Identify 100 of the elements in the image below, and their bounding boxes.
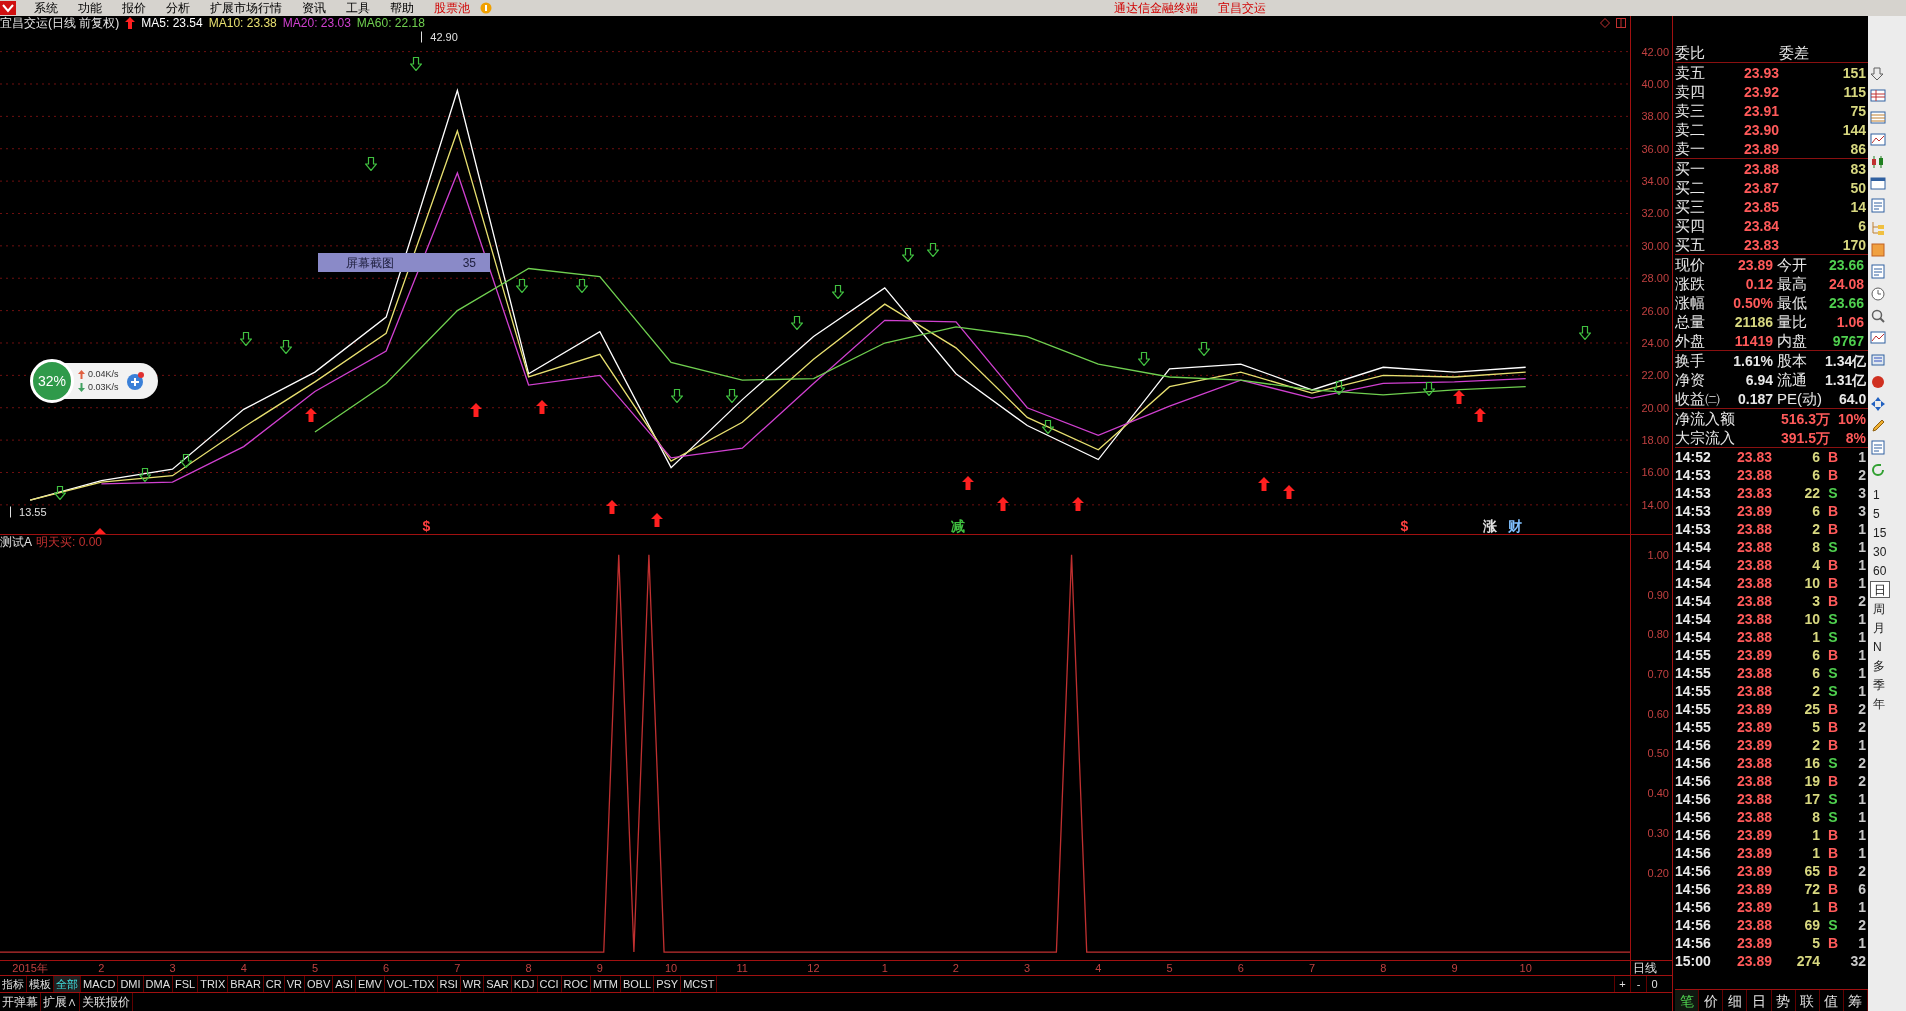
plus-icon[interactable] <box>124 371 145 391</box>
order-volume: 170 <box>1841 237 1867 252</box>
trade-side: S <box>1828 666 1838 680</box>
down-arrow-icon <box>78 383 85 392</box>
period-button[interactable]: 60 <box>1870 562 1890 579</box>
detail-tab[interactable]: 笔 <box>1675 990 1700 1011</box>
indicator-tab[interactable]: MTM <box>591 976 622 992</box>
indicator-tab[interactable]: SAR <box>484 976 512 992</box>
period-button[interactable]: 日 <box>1870 581 1890 598</box>
circle-icon[interactable] <box>1870 374 1886 390</box>
period-button[interactable]: 30 <box>1870 543 1890 560</box>
trade-side: B <box>1827 864 1839 878</box>
menu-item[interactable]: 资讯 <box>292 2 336 14</box>
book-icon[interactable] <box>1870 242 1886 258</box>
period-button[interactable]: 季 <box>1870 676 1890 693</box>
order-label: 买二 <box>1675 180 1706 195</box>
menu-item[interactable]: 扩展市场行情 <box>200 2 292 14</box>
move-icon[interactable] <box>1870 396 1886 412</box>
period-button[interactable]: N <box>1870 638 1890 655</box>
bottom-bar-button[interactable]: 开弹幕 <box>0 993 41 1011</box>
pencil-icon[interactable] <box>1870 418 1886 434</box>
menu-item[interactable]: 股票池 <box>424 2 480 14</box>
detail-tab[interactable]: 值 <box>1819 990 1844 1011</box>
indicator-tab[interactable]: MCST <box>681 976 718 992</box>
axis-label: 24.00 <box>1641 337 1669 349</box>
period-button[interactable]: 5 <box>1870 505 1890 522</box>
table-icon[interactable] <box>1870 88 1886 104</box>
zoom-button[interactable]: - <box>1630 976 1646 992</box>
document-icon[interactable] <box>1870 198 1886 214</box>
period-button[interactable]: 1 <box>1870 486 1890 503</box>
indicator-tab[interactable]: PSY <box>654 976 682 992</box>
detail-tab[interactable]: 日 <box>1747 990 1772 1011</box>
trade-time: 14:56 <box>1675 882 1712 896</box>
indicator-tab[interactable]: CR <box>263 976 285 992</box>
menu-item[interactable]: 报价 <box>112 2 156 14</box>
indicator-tab[interactable]: CCI <box>537 976 562 992</box>
indicator-tab[interactable]: DMI <box>118 976 144 992</box>
period-button[interactable]: 多 <box>1870 657 1890 674</box>
detail-tab[interactable]: 价 <box>1699 990 1724 1011</box>
legend-value: : 23.54 <box>166 17 203 29</box>
zoom-button[interactable]: 0 <box>1646 976 1662 992</box>
indicator-tab[interactable]: KDJ <box>511 976 538 992</box>
indicator-tab[interactable]: BRAR <box>228 976 264 992</box>
indicator-tab[interactable]: BOLL <box>621 976 655 992</box>
indicator-tab[interactable]: EMV <box>355 976 385 992</box>
menu-item[interactable]: 功能 <box>68 2 112 14</box>
refresh-icon[interactable] <box>1870 462 1886 478</box>
period-button[interactable]: 15 <box>1870 524 1890 541</box>
axis-label: 30.00 <box>1641 240 1669 252</box>
detail-tab[interactable]: 势 <box>1771 990 1796 1011</box>
detail-tab[interactable]: 细 <box>1723 990 1748 1011</box>
indicator-tab[interactable]: 全部 <box>54 976 81 992</box>
indicator-tab[interactable]: ROC <box>561 976 591 992</box>
stat-label: 涨跌 <box>1675 274 1706 293</box>
window-icon[interactable] <box>1616 18 1626 28</box>
line-chart-icon[interactable] <box>1870 132 1886 148</box>
period-button[interactable]: 月 <box>1870 619 1890 636</box>
trade-price: 23.88 <box>1737 594 1774 608</box>
document-icon[interactable] <box>1870 264 1886 280</box>
indicator-tab[interactable]: ASI <box>333 976 356 992</box>
candlestick-icon[interactable] <box>1870 154 1886 170</box>
order-price: 23.87 <box>1742 180 1779 195</box>
axis-label: 42.00 <box>1641 46 1669 58</box>
indicator-tab[interactable]: WR <box>460 976 485 992</box>
axis-label: 36.00 <box>1641 143 1669 155</box>
trade-time: 14:56 <box>1675 828 1712 842</box>
menu-item[interactable]: 系统 <box>24 2 68 14</box>
menu-item[interactable]: 分析 <box>156 2 200 14</box>
window-icon[interactable] <box>1870 176 1886 192</box>
indicator-tab[interactable]: MACD <box>81 976 119 992</box>
bottom-bar-button[interactable]: 关联报价 <box>80 993 133 1011</box>
down-arrow-icon[interactable] <box>1870 66 1886 82</box>
indicator-tab[interactable]: VOL-TDX <box>384 976 438 992</box>
menu-item[interactable]: 帮助 <box>380 2 424 14</box>
order-volume: 144 <box>1841 122 1867 137</box>
zoom-button[interactable]: + <box>1614 976 1630 992</box>
indicator-tab[interactable]: FSL <box>173 976 199 992</box>
line-chart-icon[interactable] <box>1870 330 1886 346</box>
trade-time: 14:56 <box>1675 936 1712 950</box>
indicator-tab[interactable]: DMA <box>143 976 173 992</box>
menu-item[interactable]: 工具 <box>336 2 380 14</box>
trade-time: 14:54 <box>1675 630 1712 644</box>
clock-icon[interactable] <box>1870 286 1886 302</box>
document-icon[interactable] <box>1870 440 1886 456</box>
order-label: 卖一 <box>1675 141 1706 156</box>
detail-tab[interactable]: 联 <box>1795 990 1820 1011</box>
layers-icon[interactable] <box>1870 352 1886 368</box>
trade-volume: 17 <box>1803 792 1820 806</box>
period-button[interactable]: 年 <box>1870 695 1890 712</box>
date-label: 2 <box>96 961 107 975</box>
trade-price: 23.83 <box>1737 450 1774 464</box>
indicator-tab[interactable]: 指标 <box>0 976 27 992</box>
bottom-bar-button[interactable]: 扩展∧ <box>41 993 80 1011</box>
indicator-tab[interactable]: OBV <box>305 976 334 992</box>
search-icon[interactable] <box>1870 308 1886 324</box>
list-icon[interactable] <box>1870 110 1886 126</box>
indicator-tab[interactable]: RSI <box>437 976 461 992</box>
period-button[interactable]: 周 <box>1870 600 1890 617</box>
indicator-tab[interactable]: VR <box>284 976 305 992</box>
indicator-tab[interactable]: TRIX <box>198 976 229 992</box>
